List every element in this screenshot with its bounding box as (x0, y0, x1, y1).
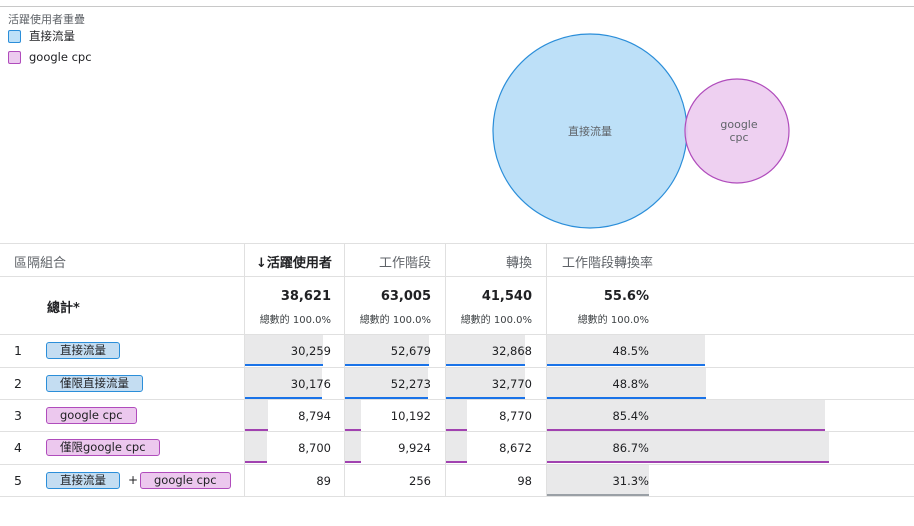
total-sessions: 63,005 (380, 289, 431, 304)
value-bar-underline (446, 397, 525, 399)
total-session-conv-rate: 55.6% (603, 289, 649, 304)
header-active-users[interactable]: ↓活躍使用者 (256, 252, 332, 271)
value-bar (547, 400, 825, 431)
cell-active-users: 89 (316, 474, 331, 488)
value-bar-underline (446, 429, 467, 431)
value-bar (446, 432, 467, 463)
value-bar-underline (345, 364, 429, 366)
value-bar (245, 400, 268, 431)
row-index: 3 (14, 408, 22, 423)
value-bar (245, 432, 267, 463)
venn-label-cpc: cpc (729, 131, 748, 144)
cell-conversions: 8,672 (499, 441, 532, 455)
value-bar-underline (245, 461, 267, 463)
value-bar-underline (345, 429, 361, 431)
total-session-conv-rate-sub: 總數的 100.0% (577, 315, 649, 326)
table-top-border (0, 243, 914, 244)
segment-chip[interactable]: 直接流量 (46, 342, 120, 359)
venn-label-google: google (720, 118, 757, 131)
segment-chip[interactable]: 直接流量 (46, 472, 120, 489)
segment-chip[interactable]: google cpc (46, 407, 137, 424)
header-sessions[interactable]: 工作階段 (379, 252, 431, 271)
row-index: 1 (14, 343, 22, 358)
total-label: 總計* (47, 301, 80, 316)
segment-chip[interactable]: 僅限直接流量 (46, 375, 143, 392)
cell-session-conv-rate: 85.4% (612, 409, 649, 423)
value-bar-underline (446, 364, 525, 366)
row-border-4 (0, 464, 914, 465)
header-segment[interactable]: 區隔組合 (14, 252, 66, 271)
cell-session-conv-rate: 86.7% (612, 441, 649, 455)
value-bar-underline (245, 429, 268, 431)
row-index: 2 (14, 376, 22, 391)
cell-sessions: 9,924 (398, 441, 431, 455)
cell-sessions: 10,192 (390, 409, 431, 423)
value-bar (345, 400, 361, 431)
header-session-conv-rate[interactable]: 工作階段轉換率 (562, 252, 653, 271)
value-bar-underline (547, 364, 705, 366)
segment-chip[interactable]: google cpc (140, 472, 231, 489)
venn-chart: 直接流量 google cpc (492, 33, 790, 229)
value-bar-underline (345, 461, 361, 463)
cell-active-users: 30,176 (290, 377, 331, 391)
value-bar-underline (446, 461, 467, 463)
value-bar-underline (345, 397, 428, 399)
cell-sessions: 52,273 (390, 377, 431, 391)
total-sessions-sub: 總數的 100.0% (359, 315, 431, 326)
value-bar-underline (547, 461, 829, 463)
value-bar (547, 432, 829, 463)
value-bar-underline (547, 429, 825, 431)
cell-sessions: 52,679 (390, 344, 431, 358)
row-index: 5 (14, 473, 22, 488)
cell-conversions: 8,770 (499, 409, 532, 423)
total-active-users-sub: 總數的 100.0% (259, 315, 331, 326)
row-border-5 (0, 496, 914, 497)
value-bar-underline (245, 364, 323, 366)
cell-active-users: 30,259 (290, 344, 331, 358)
cell-session-conv-rate: 31.3% (612, 474, 649, 488)
cell-sessions: 256 (409, 474, 431, 488)
segment-chip[interactable]: 僅限google cpc (46, 439, 160, 456)
table-header-border (0, 276, 914, 277)
value-bar-underline (547, 494, 649, 496)
value-bar (345, 432, 361, 463)
cell-session-conv-rate: 48.5% (612, 344, 649, 358)
total-conversions-sub: 總數的 100.0% (460, 315, 532, 326)
row-index: 4 (14, 440, 22, 455)
cell-active-users: 8,700 (298, 441, 331, 455)
header-conversions[interactable]: 轉換 (506, 252, 532, 271)
plus-sign: + (128, 473, 139, 487)
cell-active-users: 8,794 (298, 409, 331, 423)
total-conversions: 41,540 (481, 289, 532, 304)
cell-session-conv-rate: 48.8% (612, 377, 649, 391)
total-active-users: 38,621 (280, 289, 331, 304)
cell-conversions: 98 (517, 474, 532, 488)
cell-conversions: 32,770 (491, 377, 532, 391)
cell-conversions: 32,868 (491, 344, 532, 358)
venn-label-direct: 直接流量 (568, 124, 612, 138)
value-bar-underline (547, 397, 706, 399)
value-bar-underline (245, 397, 322, 399)
value-bar (446, 400, 467, 431)
